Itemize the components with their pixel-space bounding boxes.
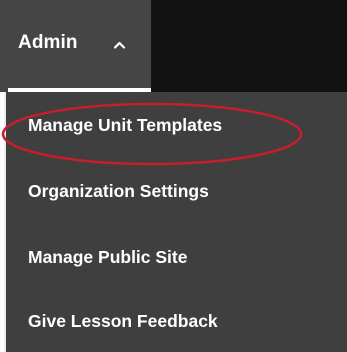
screenshot-canvas: Admin Organization Settings Manage Publi… (0, 0, 347, 352)
admin-menu-toggle[interactable]: Admin (0, 0, 151, 92)
admin-menu-label: Admin (18, 32, 78, 53)
menu-item-organization-settings[interactable]: Organization Settings (6, 158, 347, 224)
admin-dropdown-menu: Organization Settings Manage Public Site… (0, 92, 347, 352)
menu-item-manage-unit-templates[interactable]: Manage Unit Templates (6, 92, 347, 158)
menu-item-manage-public-site[interactable]: Manage Public Site (6, 224, 347, 290)
chevron-up-icon (114, 41, 125, 49)
top-navigation-bar: Admin (0, 0, 347, 92)
menu-item-give-lesson-feedback[interactable]: Give Lesson Feedback (6, 288, 347, 352)
